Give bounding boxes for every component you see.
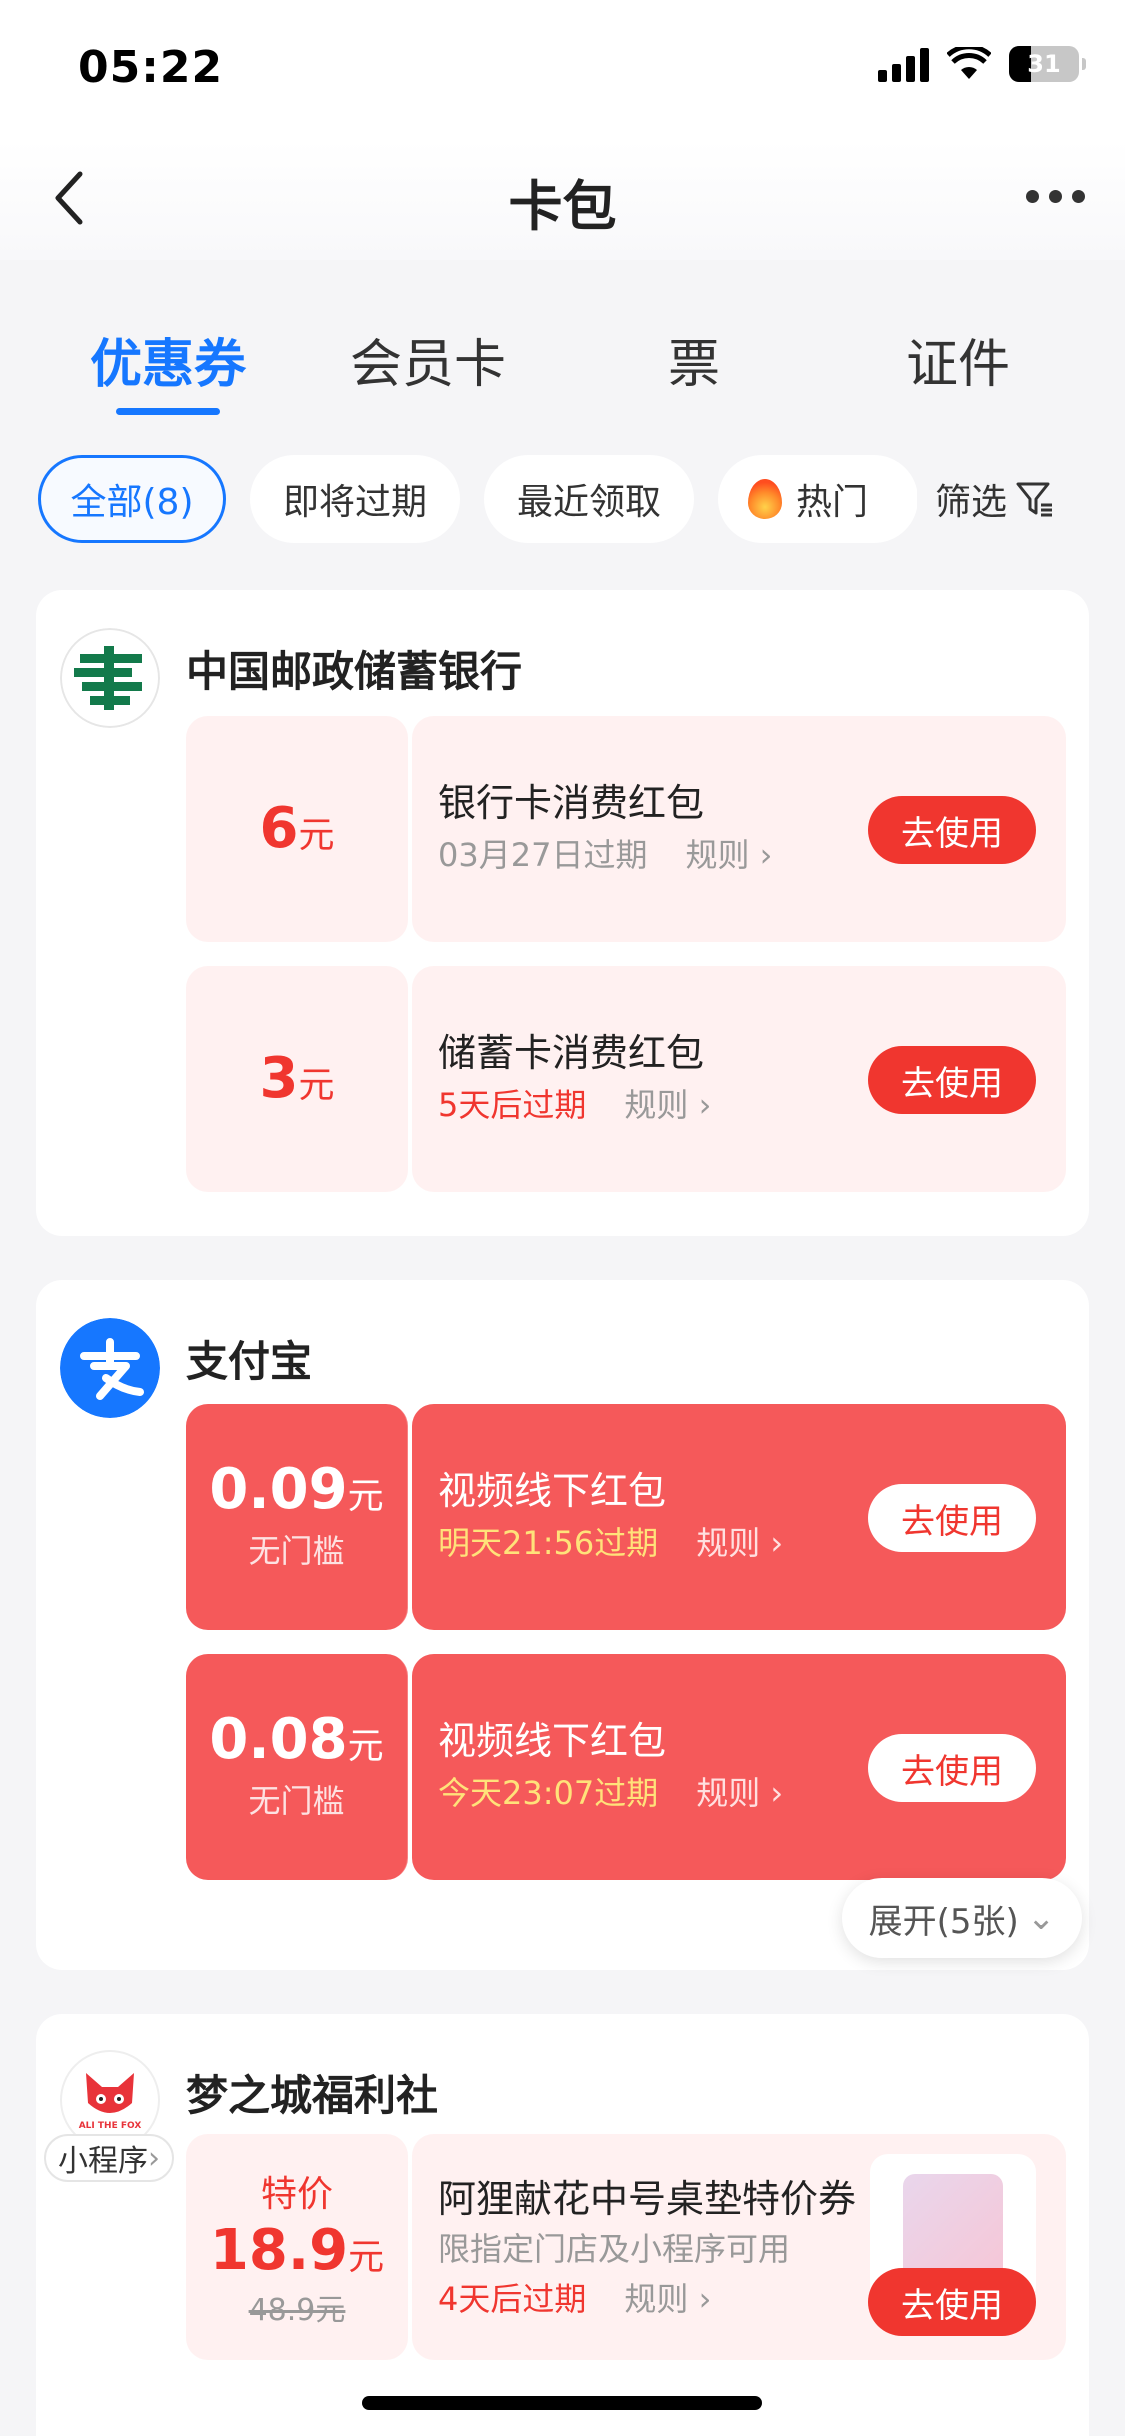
original-price: 48.9元: [248, 2293, 346, 2328]
page-title: 卡包: [508, 175, 617, 238]
coupon-title: 视频线下红包: [438, 1719, 667, 1763]
battery-icon: 31: [1009, 46, 1086, 82]
coupon-meta: 今天23:07过期 规则 ›: [438, 1768, 783, 1814]
status-bar: 05:22 31: [0, 0, 1125, 140]
chevron-right-icon: ›: [770, 1524, 784, 1562]
coupon-card: 3元 储蓄卡消费红包 5天后过期 规则 › 去使用: [186, 966, 1066, 1192]
coupon-expiry: 4天后过期: [438, 2280, 587, 2318]
coupon-title: 阿狸献花中号桌垫特价券: [438, 2177, 857, 2221]
status-icons: 31: [878, 46, 1086, 82]
coupon-rule-link[interactable]: 规则 ›: [624, 1080, 711, 1126]
battery-level: 31: [1027, 50, 1061, 78]
tab-coupons[interactable]: 优惠券: [68, 322, 268, 397]
tab-bar: 优惠券 会员卡 票 证件: [0, 300, 1125, 420]
chevron-right-icon: ›: [759, 836, 773, 874]
coupon-amount-block: 0.09元 无门槛: [186, 1404, 408, 1630]
brand-card-dream: ALI THE FOX 小程序 › 梦之城福利社 特价 18.9元 48.9元 阿…: [36, 2014, 1089, 2436]
postal-bank-logo: [60, 628, 160, 728]
use-button[interactable]: 去使用: [868, 796, 1036, 864]
mini-program-label: 小程序: [58, 2144, 148, 2179]
tab-tickets[interactable]: 票: [594, 322, 794, 397]
coupon-rule-link[interactable]: 规则 ›: [685, 830, 772, 876]
coupon-card: 0.08元 无门槛 视频线下红包 今天23:07过期 规则 › 去使用: [186, 1654, 1066, 1880]
coupon-card: 6元 银行卡消费红包 03月27日过期 规则 › 去使用: [186, 716, 1066, 942]
coupon-expiry: 03月27日过期: [438, 836, 648, 874]
use-button[interactable]: 去使用: [868, 1046, 1036, 1114]
coupon-expiry: 明天21:56过期: [438, 1524, 659, 1562]
coupon-threshold: 无门槛: [248, 1532, 345, 1570]
brand-name: 支付宝: [186, 1337, 313, 1386]
chip-hot-label: 热门: [796, 482, 869, 523]
coupon-title: 银行卡消费红包: [438, 781, 705, 825]
tab-member-cards[interactable]: 会员卡: [328, 322, 528, 397]
use-button[interactable]: 去使用: [868, 1734, 1036, 1802]
flame-icon: [748, 479, 782, 519]
tab-indicator: [116, 408, 220, 415]
home-indicator: [362, 2396, 762, 2410]
alipay-logo: [60, 1318, 160, 1418]
filter-button[interactable]: 筛选: [916, 455, 1055, 543]
coupon-threshold: 无门槛: [248, 1782, 345, 1820]
filter-label: 筛选: [934, 482, 1007, 523]
coupon-title: 视频线下红包: [438, 1469, 667, 1513]
expand-label: 展开(5张): [868, 1901, 1019, 1942]
fox-logo-text: ALI THE FOX: [78, 2121, 142, 2131]
coupon-info: 阿狸献花中号桌垫特价券 限指定门店及小程序可用 4天后过期 规则 › 去使用: [412, 2134, 1066, 2360]
special-price-label: 特价: [260, 2174, 333, 2215]
coupon-meta: 5天后过期 规则 ›: [438, 1080, 711, 1126]
chevron-down-icon: ⌄: [1026, 1898, 1056, 1938]
brand-name: 梦之城福利社: [186, 2071, 439, 2120]
coupon-rule-link[interactable]: 规则 ›: [696, 1768, 783, 1814]
coupon-amount: 3元: [259, 1046, 335, 1111]
coupon-rule-link[interactable]: 规则 ›: [624, 2274, 711, 2320]
chevron-right-icon: ›: [698, 2280, 712, 2318]
coupon-amount: 0.09元: [209, 1457, 384, 1522]
coupon-info: 视频线下红包 今天23:07过期 规则 › 去使用: [412, 1654, 1066, 1880]
coupon-amount-block: 0.08元 无门槛: [186, 1654, 408, 1880]
chip-expiring[interactable]: 即将过期: [250, 455, 460, 543]
more-icon[interactable]: [1026, 190, 1085, 203]
coupon-info: 视频线下红包 明天21:56过期 规则 › 去使用: [412, 1404, 1066, 1630]
nav-bar: 卡包: [0, 140, 1125, 260]
chip-all[interactable]: 全部(8): [38, 455, 226, 543]
chip-hot[interactable]: 热门: [718, 455, 918, 543]
coupon-desc: 限指定门店及小程序可用: [438, 2230, 791, 2268]
coupon-card: 特价 18.9元 48.9元 阿狸献花中号桌垫特价券 限指定门店及小程序可用 4…: [186, 2134, 1066, 2360]
chevron-right-icon: ›: [148, 2140, 160, 2176]
use-button[interactable]: 去使用: [868, 2268, 1036, 2336]
coupon-meta: 03月27日过期 规则 ›: [438, 830, 772, 876]
filter-icon: [1016, 482, 1052, 517]
coupon-price: 18.9元: [209, 2218, 385, 2283]
chevron-right-icon: ›: [770, 1774, 784, 1812]
coupon-amount: 0.08元: [209, 1707, 384, 1772]
coupon-amount-block: 3元: [186, 966, 408, 1192]
expand-button[interactable]: 展开(5张) ⌄: [842, 1878, 1082, 1958]
coupon-info: 储蓄卡消费红包 5天后过期 规则 › 去使用: [412, 966, 1066, 1192]
coupon-amount-block: 6元: [186, 716, 408, 942]
brand-card-alipay: 支付宝 0.09元 无门槛 视频线下红包 明天21:56过期 规则 › 去使用 …: [36, 1280, 1089, 1970]
coupon-expiry: 今天23:07过期: [438, 1774, 659, 1812]
brand-name: 中国邮政储蓄银行: [186, 647, 523, 696]
coupon-meta: 明天21:56过期 规则 ›: [438, 1518, 783, 1564]
coupon-amount-block: 特价 18.9元 48.9元: [186, 2134, 408, 2360]
coupon-expiry: 5天后过期: [438, 1086, 587, 1124]
mini-program-badge[interactable]: 小程序 ›: [44, 2134, 174, 2182]
coupon-rule-link[interactable]: 规则 ›: [696, 1518, 783, 1564]
chip-recent[interactable]: 最近领取: [484, 455, 694, 543]
signal-icon: [878, 46, 929, 82]
chevron-right-icon: ›: [698, 1086, 712, 1124]
fox-face-icon: [86, 2073, 134, 2113]
wifi-icon: [947, 47, 991, 79]
tab-certificates[interactable]: 证件: [858, 322, 1058, 397]
coupon-meta: 4天后过期 规则 ›: [438, 2274, 711, 2320]
filter-chips: 全部(8) 即将过期 最近领取 热门 筛选: [38, 455, 1125, 543]
coupon-card: 0.09元 无门槛 视频线下红包 明天21:56过期 规则 › 去使用: [186, 1404, 1066, 1630]
coupon-amount: 6元: [259, 796, 335, 861]
coupon-title: 储蓄卡消费红包: [438, 1031, 705, 1075]
status-time: 05:22: [78, 42, 224, 93]
use-button[interactable]: 去使用: [868, 1484, 1036, 1552]
coupon-info: 银行卡消费红包 03月27日过期 规则 › 去使用: [412, 716, 1066, 942]
brand-card-postal: 中国邮政储蓄银行 6元 银行卡消费红包 03月27日过期 规则 › 去使用 3元…: [36, 590, 1089, 1236]
